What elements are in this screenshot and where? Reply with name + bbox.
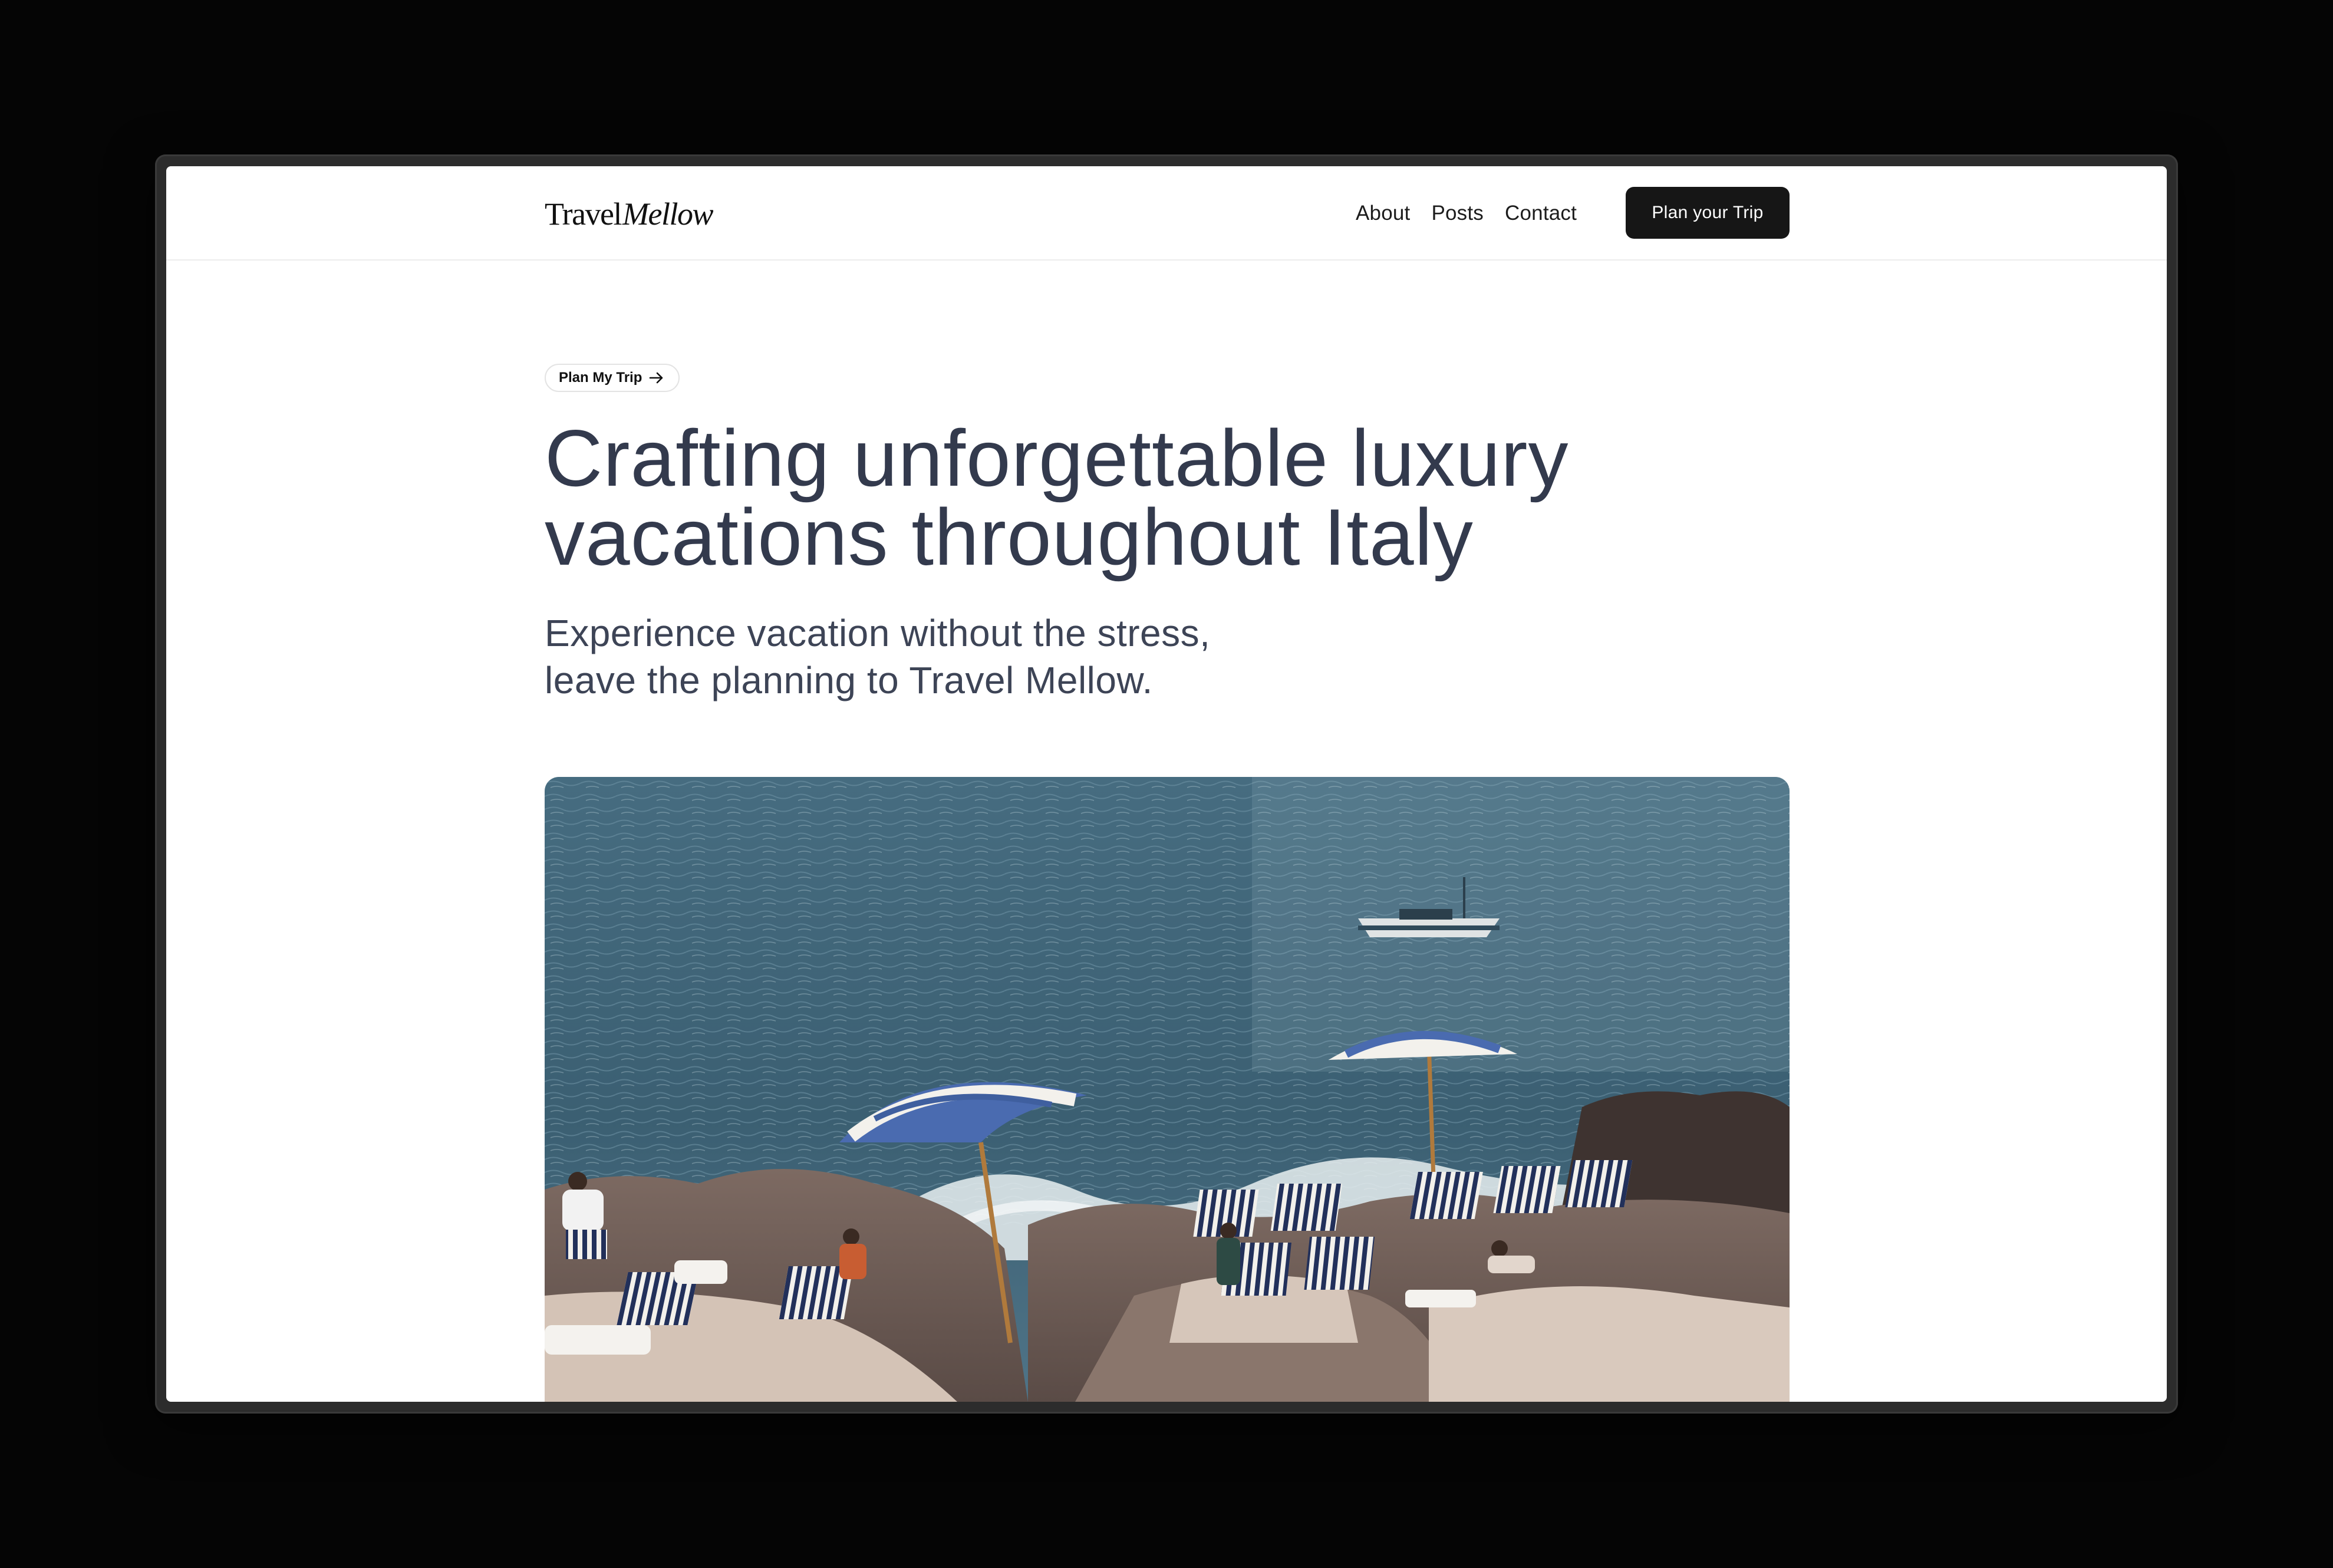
nav-link-contact[interactable]: Contact bbox=[1505, 202, 1577, 225]
page-subheading: Experience vacation without the stress, … bbox=[545, 610, 1488, 704]
page-headline: Crafting unforgettable luxury vacations … bbox=[545, 418, 1841, 577]
pill-label: Plan My Trip bbox=[559, 370, 642, 386]
nav-links: About Posts Contact bbox=[1356, 166, 1598, 261]
logo[interactable]: Travel Mellow bbox=[545, 196, 713, 232]
hero-image bbox=[545, 777, 1790, 1402]
logo-text-travel: Travel bbox=[545, 196, 622, 232]
plan-your-trip-button[interactable]: Plan your Trip bbox=[1626, 187, 1790, 239]
logo-text-mellow: Mellow bbox=[622, 196, 713, 232]
headline-line-1: Crafting unforgettable luxury bbox=[545, 413, 1569, 503]
navbar: Travel Mellow About Posts Contact Plan y… bbox=[166, 166, 2167, 261]
arrow-right-icon bbox=[649, 371, 664, 384]
nav-link-about[interactable]: About bbox=[1356, 202, 1410, 225]
browser-screen: Travel Mellow About Posts Contact Plan y… bbox=[166, 166, 2167, 1402]
subhead-line-1: Experience vacation without the stress, bbox=[545, 612, 1211, 654]
subhead-line-2: leave the planning to Travel Mellow. bbox=[545, 659, 1153, 701]
headline-line-2: vacations throughout Italy bbox=[545, 492, 1474, 582]
nav-link-posts[interactable]: Posts bbox=[1431, 202, 1484, 225]
plan-my-trip-pill[interactable]: Plan My Trip bbox=[545, 364, 680, 392]
